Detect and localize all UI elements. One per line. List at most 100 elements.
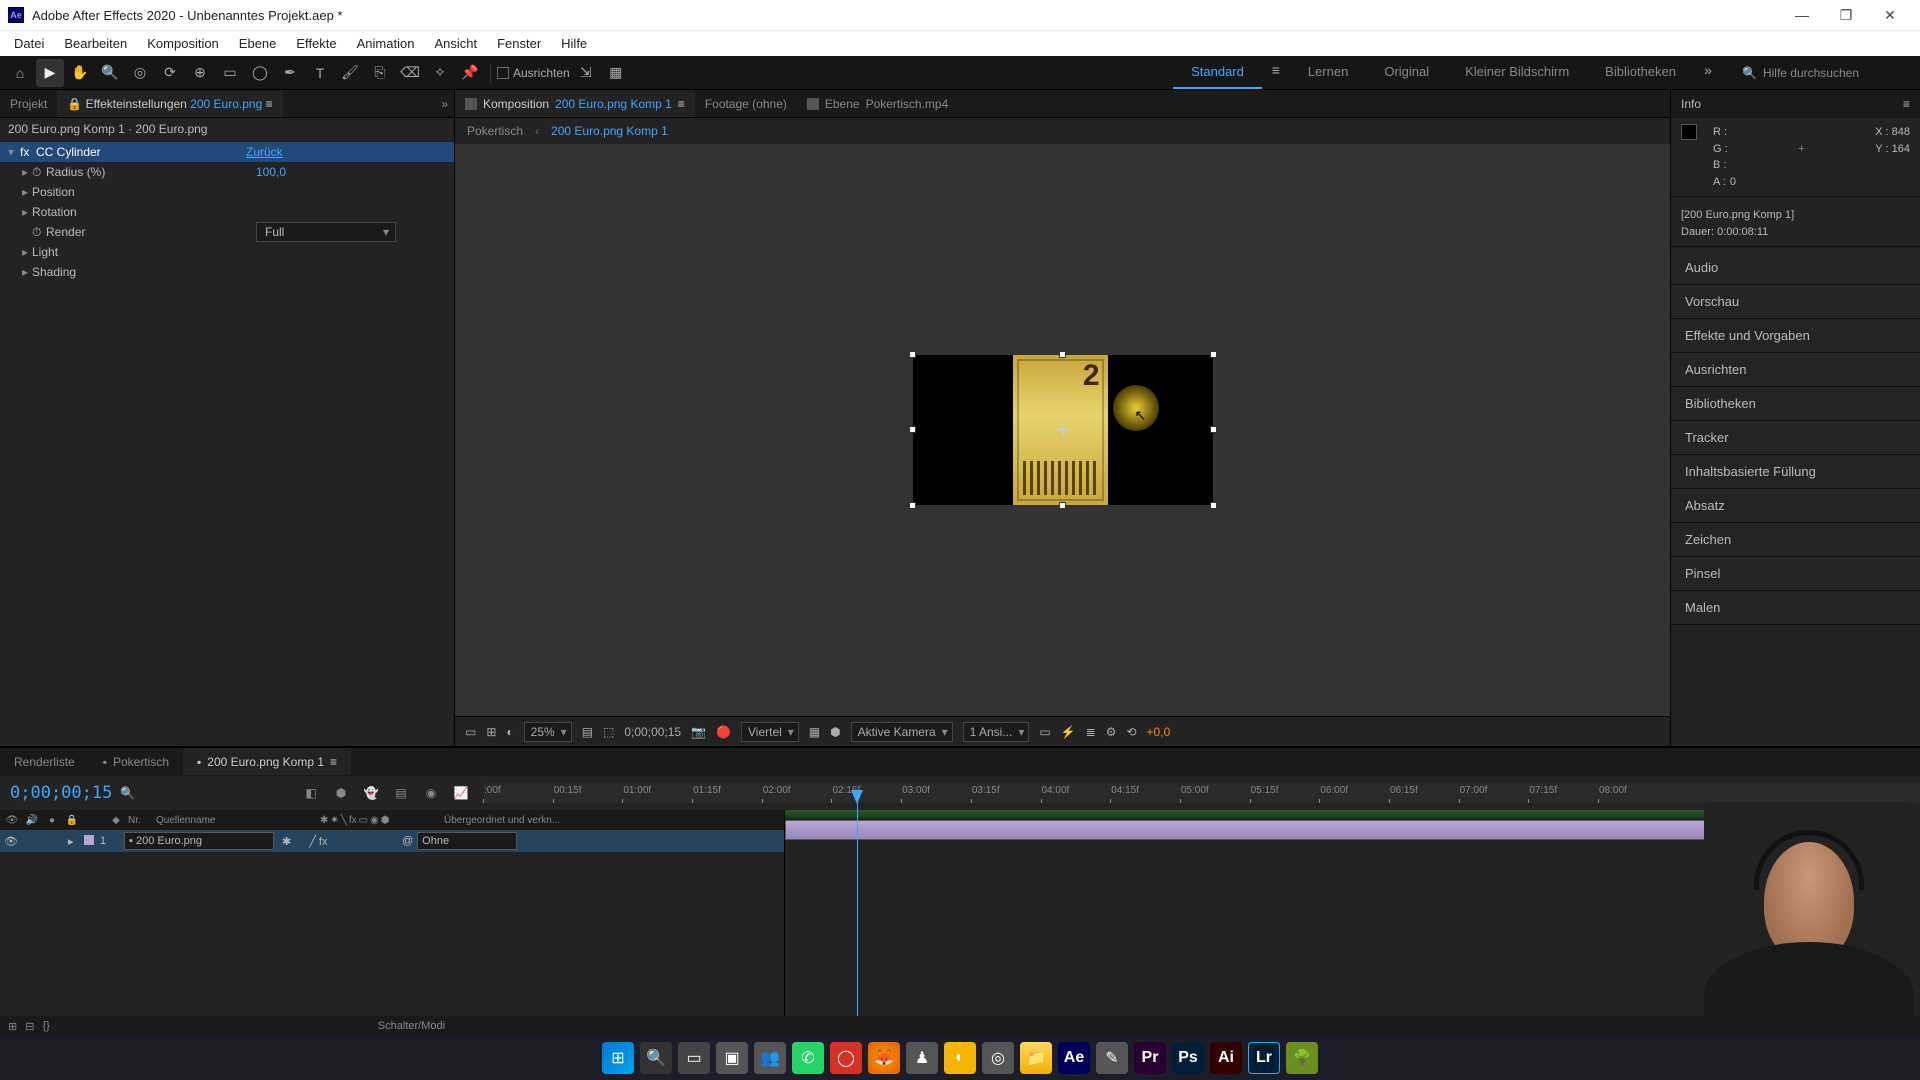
camera-dropdown[interactable]: Aktive Kamera [851, 722, 953, 742]
taskbar-ae-icon[interactable]: Ae [1058, 1042, 1090, 1074]
rotate-tool-icon[interactable]: ⟳ [156, 59, 184, 87]
prop-render[interactable]: ⏱ Render Full [0, 222, 454, 242]
minimize-button[interactable]: — [1780, 0, 1824, 30]
start-button[interactable]: ⊞ [602, 1042, 634, 1074]
graph-editor-icon[interactable]: 📈 [450, 782, 472, 804]
ellipse-tool-icon[interactable]: ◯ [246, 59, 274, 87]
workspace-overflow-icon[interactable]: » [1694, 56, 1722, 84]
snap-options-icon[interactable]: ⇲ [572, 59, 600, 87]
effect-reset-link[interactable]: Zurück [246, 145, 283, 159]
layer-switch-fx[interactable]: ╱ fx [309, 835, 327, 848]
prop-position[interactable]: ▸ Position [0, 182, 454, 202]
menu-datei[interactable]: Datei [4, 32, 54, 55]
taskbar-lightroom-icon[interactable]: Lr [1248, 1042, 1280, 1074]
label-color[interactable] [84, 835, 94, 845]
menu-hilfe[interactable]: Hilfe [551, 32, 597, 55]
radius-value[interactable]: 100,0 [256, 165, 286, 179]
panel-zeichen[interactable]: Zeichen [1671, 523, 1920, 557]
zoom-tool-icon[interactable]: 🔍 [96, 59, 124, 87]
handle-br[interactable] [1210, 502, 1217, 509]
current-time-display[interactable]: 0;00;00;15 [0, 783, 120, 803]
timeline-layer-row[interactable]: 👁 ▸ 1 ▪ 200 Euro.png ✱ ╱ fx @ Ohne [0, 830, 784, 852]
switch-icon[interactable]: ▭ [359, 815, 368, 826]
switch-icon[interactable]: ✷ [330, 815, 338, 826]
taskbar-app-green[interactable]: 🌳 [1286, 1042, 1318, 1074]
parent-dropdown[interactable]: Ohne [417, 832, 517, 850]
reset-exposure-icon[interactable]: ⟲ [1126, 725, 1136, 739]
taskbar-app-6[interactable]: ✎ [1096, 1042, 1128, 1074]
workspace-bibliotheken[interactable]: Bibliotheken [1587, 56, 1694, 89]
views-dropdown[interactable]: 1 Ansi... [963, 722, 1030, 742]
handle-mr[interactable] [1210, 426, 1217, 433]
exposure-value[interactable]: +0,0 [1147, 725, 1171, 739]
layer-switch[interactable]: ✱ [282, 835, 291, 848]
help-search[interactable]: 🔍 Hilfe durchsuchen [1734, 62, 1914, 84]
panel-ausrichten[interactable]: Ausrichten [1671, 353, 1920, 387]
prop-radius[interactable]: ▸⏱ Radius (%) 100,0 [0, 162, 454, 182]
menu-fenster[interactable]: Fenster [487, 32, 551, 55]
lock-col-icon[interactable]: 🔒 [64, 815, 80, 826]
maximize-button[interactable]: ❐ [1824, 0, 1868, 30]
taskbar-explorer-icon[interactable]: 📁 [1020, 1042, 1052, 1074]
panel-effekte-vorgaben[interactable]: Effekte und Vorgaben [1671, 319, 1920, 353]
mask-icon[interactable]: ◐ [506, 725, 513, 739]
3d-icon[interactable]: ⬢ [830, 725, 840, 739]
path-root[interactable]: Pokertisch [467, 124, 523, 138]
visibility-col-icon[interactable]: 👁 [4, 815, 20, 826]
layer-name-field[interactable]: ▪ 200 Euro.png [124, 832, 274, 850]
toggle-pane-icon[interactable]: {} [42, 1020, 49, 1033]
handle-tc[interactable] [1059, 351, 1066, 358]
tab-project[interactable]: Projekt [0, 91, 57, 117]
tab-footage[interactable]: Footage (ohne) [695, 90, 797, 117]
motion-blur-icon[interactable]: ◉ [420, 782, 442, 804]
menu-animation[interactable]: Animation [347, 32, 425, 55]
prop-rotation[interactable]: ▸ Rotation [0, 202, 454, 222]
collision-icon[interactable]: ▦ [602, 59, 630, 87]
tab-effect-controls[interactable]: 🔒 Effekteinstellungen 200 Euro.png ≡ [57, 91, 282, 117]
time-display[interactable]: 0;00;00;15 [624, 725, 681, 739]
roto-tool-icon[interactable]: ✧ [426, 59, 454, 87]
panel-audio[interactable]: Audio [1671, 251, 1920, 285]
menu-ansicht[interactable]: Ansicht [424, 32, 487, 55]
tab-layer[interactable]: Ebene Pokertisch.mp4 [797, 90, 958, 117]
task-view-icon[interactable]: ▭ [678, 1042, 710, 1074]
menu-effekte[interactable]: Effekte [286, 32, 346, 55]
taskbar-illustrator-icon[interactable]: Ai [1210, 1042, 1242, 1074]
prop-shading[interactable]: ▸ Shading [0, 262, 454, 282]
panel-menu-icon[interactable]: ≡ [1903, 97, 1910, 111]
workspace-lernen[interactable]: Lernen [1290, 56, 1366, 89]
snap-toggle[interactable]: Ausrichten [497, 66, 570, 80]
fast-preview-icon[interactable]: ⚡ [1061, 725, 1076, 739]
tab-pokertisch[interactable]: ▪ Pokertisch [89, 749, 183, 775]
tab-composition[interactable]: Komposition 200 Euro.png Komp 1 ≡ [455, 90, 695, 117]
panel-bibliotheken[interactable]: Bibliotheken [1671, 387, 1920, 421]
audio-col-icon[interactable]: 🔊 [24, 815, 40, 826]
path-current[interactable]: 200 Euro.png Komp 1 [551, 124, 668, 138]
playhead[interactable] [857, 790, 858, 1016]
switch-icon[interactable]: ◉ [370, 815, 379, 826]
roi-icon[interactable]: ⬚ [603, 725, 614, 739]
menu-komposition[interactable]: Komposition [137, 32, 229, 55]
panel-malen[interactable]: Malen [1671, 591, 1920, 625]
comp-mini-flowchart-icon[interactable]: ◧ [300, 782, 322, 804]
pen-tool-icon[interactable]: ✒ [276, 59, 304, 87]
render-dropdown[interactable]: Full [256, 222, 396, 242]
taskbar-whatsapp-icon[interactable]: ✆ [792, 1042, 824, 1074]
taskbar-teams-icon[interactable]: 👥 [754, 1042, 786, 1074]
grid-icon[interactable]: ⊞ [486, 725, 496, 739]
toggle-switches-icon[interactable]: ⊞ [8, 1020, 17, 1033]
taskbar-obs-icon[interactable]: ◎ [982, 1042, 1014, 1074]
switch-modes-label[interactable]: Schalter/Modi [378, 1020, 445, 1032]
taskbar-app-1[interactable]: ▣ [716, 1042, 748, 1074]
channel-icon[interactable]: 🔴 [716, 725, 731, 739]
switch-icon[interactable]: ✱ [320, 815, 328, 826]
selection-tool-icon[interactable]: ▶ [36, 59, 64, 87]
work-area-bar[interactable] [785, 810, 1856, 818]
puppet-tool-icon[interactable]: 📌 [456, 59, 484, 87]
close-button[interactable]: ✕ [1868, 0, 1912, 30]
panel-vorschau[interactable]: Vorschau [1671, 285, 1920, 319]
handle-bl[interactable] [909, 502, 916, 509]
canvas[interactable]: 2 [913, 355, 1213, 505]
transparency-icon[interactable]: ▦ [809, 725, 820, 739]
taskbar-photoshop-icon[interactable]: Ps [1172, 1042, 1204, 1074]
